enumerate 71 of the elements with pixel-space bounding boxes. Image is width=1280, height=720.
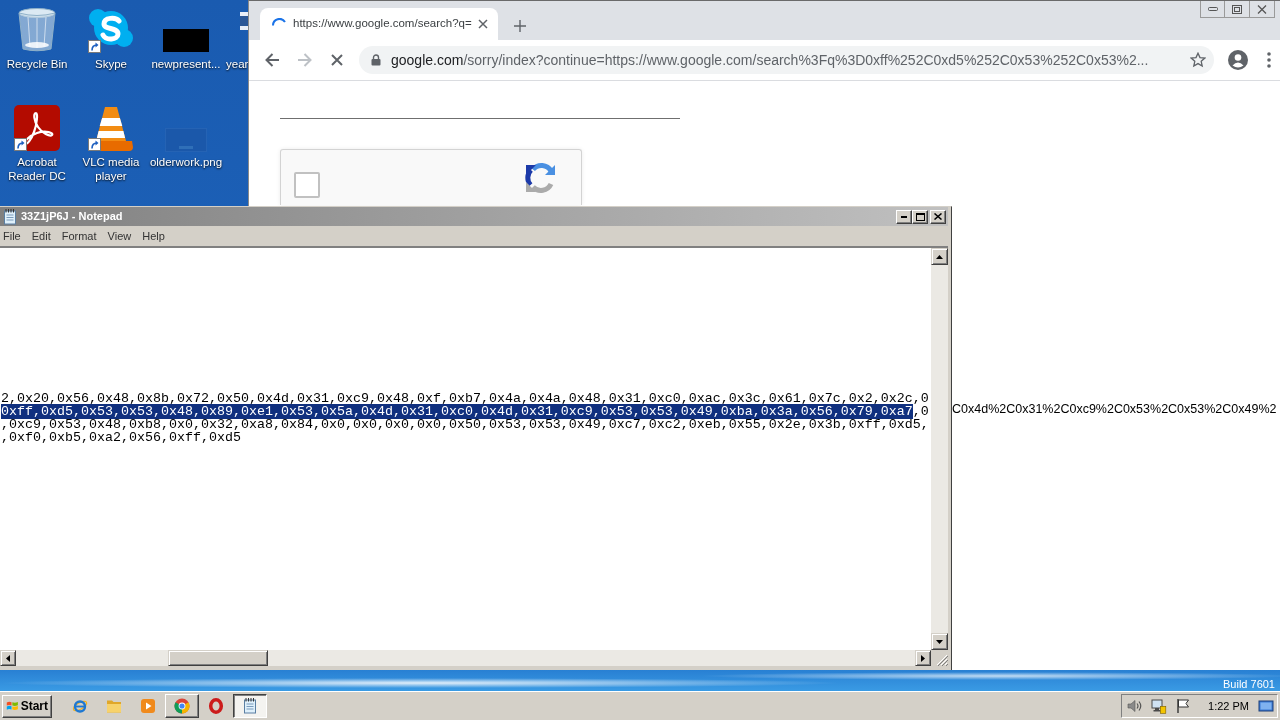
clock[interactable]: 1:22 PM — [1208, 697, 1249, 715]
menu-item[interactable]: Format — [61, 227, 97, 245]
up-arrow-icon — [936, 254, 943, 259]
scroll-left-button[interactable] — [0, 650, 16, 666]
window-title: 33Z1jP6J - Notepad — [21, 209, 123, 225]
icon-label[interactable]: year — [224, 58, 249, 72]
pdf-app-icon[interactable] — [14, 105, 60, 151]
lock-icon[interactable] — [371, 54, 381, 66]
scroll-thumb[interactable] — [168, 650, 268, 666]
network-icon[interactable] — [1151, 698, 1168, 714]
menu-item[interactable]: View — [107, 227, 132, 245]
start-button[interactable]: Start — [2, 694, 52, 718]
text-line: ,0 — [912, 404, 929, 419]
close-icon — [1257, 4, 1267, 14]
menu-item[interactable]: Edit — [31, 227, 51, 245]
scroll-down-button[interactable] — [931, 633, 948, 650]
document-icon[interactable] — [240, 12, 248, 30]
icon-label[interactable]: VLC media player — [74, 156, 148, 183]
maximize-button[interactable] — [912, 209, 928, 224]
scroll-up-button[interactable] — [931, 248, 948, 265]
down-arrow-icon — [936, 639, 943, 644]
plus-icon[interactable] — [514, 20, 526, 32]
stop-icon[interactable] — [331, 54, 343, 66]
restore-icon — [1232, 4, 1242, 14]
menu-item[interactable]: Help — [142, 227, 165, 245]
browser-tab[interactable]: https://www.google.com/search?q= — [260, 8, 498, 40]
circular-arrows-icon — [525, 161, 557, 193]
flag-icon[interactable] — [1175, 698, 1192, 714]
maximize-icon — [915, 212, 925, 221]
captcha-checkbox[interactable] — [294, 172, 320, 198]
show-desktop-icon[interactable] — [1258, 698, 1274, 714]
page-text: C0x4d%2C0x31%2C0xc9%2C0x53%2C0x53%2C0x49%2 — [952, 401, 1277, 417]
menu-item[interactable]: File — [3, 227, 21, 245]
menu-icon[interactable] — [1267, 52, 1271, 68]
text-line: 2,0x20,0x56,0x48,0x8b,0x72,0x50,0x4d,0x31,0xc9,0x48,0xf,0xb7,0x4a,0x4a,0x48,0x31,0xc0,0xac,0x3c,0x61,0x7c,0x2,0x2c,0 — [1, 391, 929, 406]
address-bar[interactable]: google.com/sorry/index?continue=https://www.google.com/search%3Fq%3D0xff%252C0xd5%252C0x53%252C0x53%2... — [359, 46, 1214, 74]
horizontal-scrollbar[interactable] — [0, 650, 931, 666]
notepad-icon — [2, 208, 18, 225]
file-thumbnail-icon[interactable] — [163, 29, 209, 52]
text-line: ,0xf0,0xb5,0xa2,0x56,0xff,0xd5 — [1, 430, 241, 445]
icon-label[interactable]: Skype — [95, 58, 127, 72]
minimize-icon — [901, 215, 907, 218]
s-logo-icon[interactable] — [88, 8, 134, 48]
minimize-icon — [1207, 7, 1218, 11]
recycle-bin-icon[interactable] — [18, 8, 56, 52]
icon-label[interactable]: newpresent... — [151, 58, 221, 72]
close-icon[interactable] — [478, 19, 488, 29]
build-text: Build 7601 — [1223, 678, 1275, 690]
star-icon[interactable] — [1190, 52, 1206, 68]
browser-icon — [174, 698, 190, 714]
close-icon — [934, 213, 942, 220]
speaker-icon[interactable] — [1127, 698, 1144, 714]
selected-text: 0xff,0xd5,0x53,0x53,0x48,0x89,0xe1,0x53,0x5a,0x4d,0x31,0xc0,0x4d,0x31,0xc9,0x53,0x53,0x49,0xba,0x3a,0x56,0x79,0xa7 — [1, 404, 913, 419]
scroll-right-button[interactable] — [915, 650, 931, 666]
icon-label[interactable]: Recycle Bin — [6, 58, 68, 72]
text-area[interactable] — [0, 248, 931, 650]
notepad-icon — [242, 698, 258, 714]
icon-label[interactable]: olderwork.png — [149, 156, 223, 170]
ring-logo-icon[interactable] — [208, 698, 224, 714]
e-browser-icon[interactable] — [72, 698, 88, 714]
account-icon[interactable] — [1228, 50, 1248, 70]
icon-label[interactable]: Acrobat Reader DC — [0, 156, 74, 183]
text-line: ,0xc9,0x53,0x48,0xb8,0x0,0x32,0xa8,0x84,0x0,0x0,0x0,0x0,0x50,0x53,0x53,0x49,0xc7,0xc2,0xeb,0x55,0x2e,0x3b,0xff,0xd5, — [1, 417, 929, 432]
left-arrow-icon — [6, 654, 10, 662]
restore-button[interactable] — [1225, 1, 1250, 18]
taskbar-button[interactable] — [233, 694, 267, 718]
resize-grip-icon[interactable] — [936, 654, 948, 666]
vertical-scrollbar[interactable] — [931, 248, 948, 650]
back-arrow-icon[interactable] — [264, 52, 280, 68]
url-text: google.com/sorry/index?continue=https://www.google.com/search%3Fq%3D0xff%252C0xd5%252C0x53%252C0x53%2... — [391, 50, 1149, 70]
right-arrow-icon — [921, 654, 925, 662]
